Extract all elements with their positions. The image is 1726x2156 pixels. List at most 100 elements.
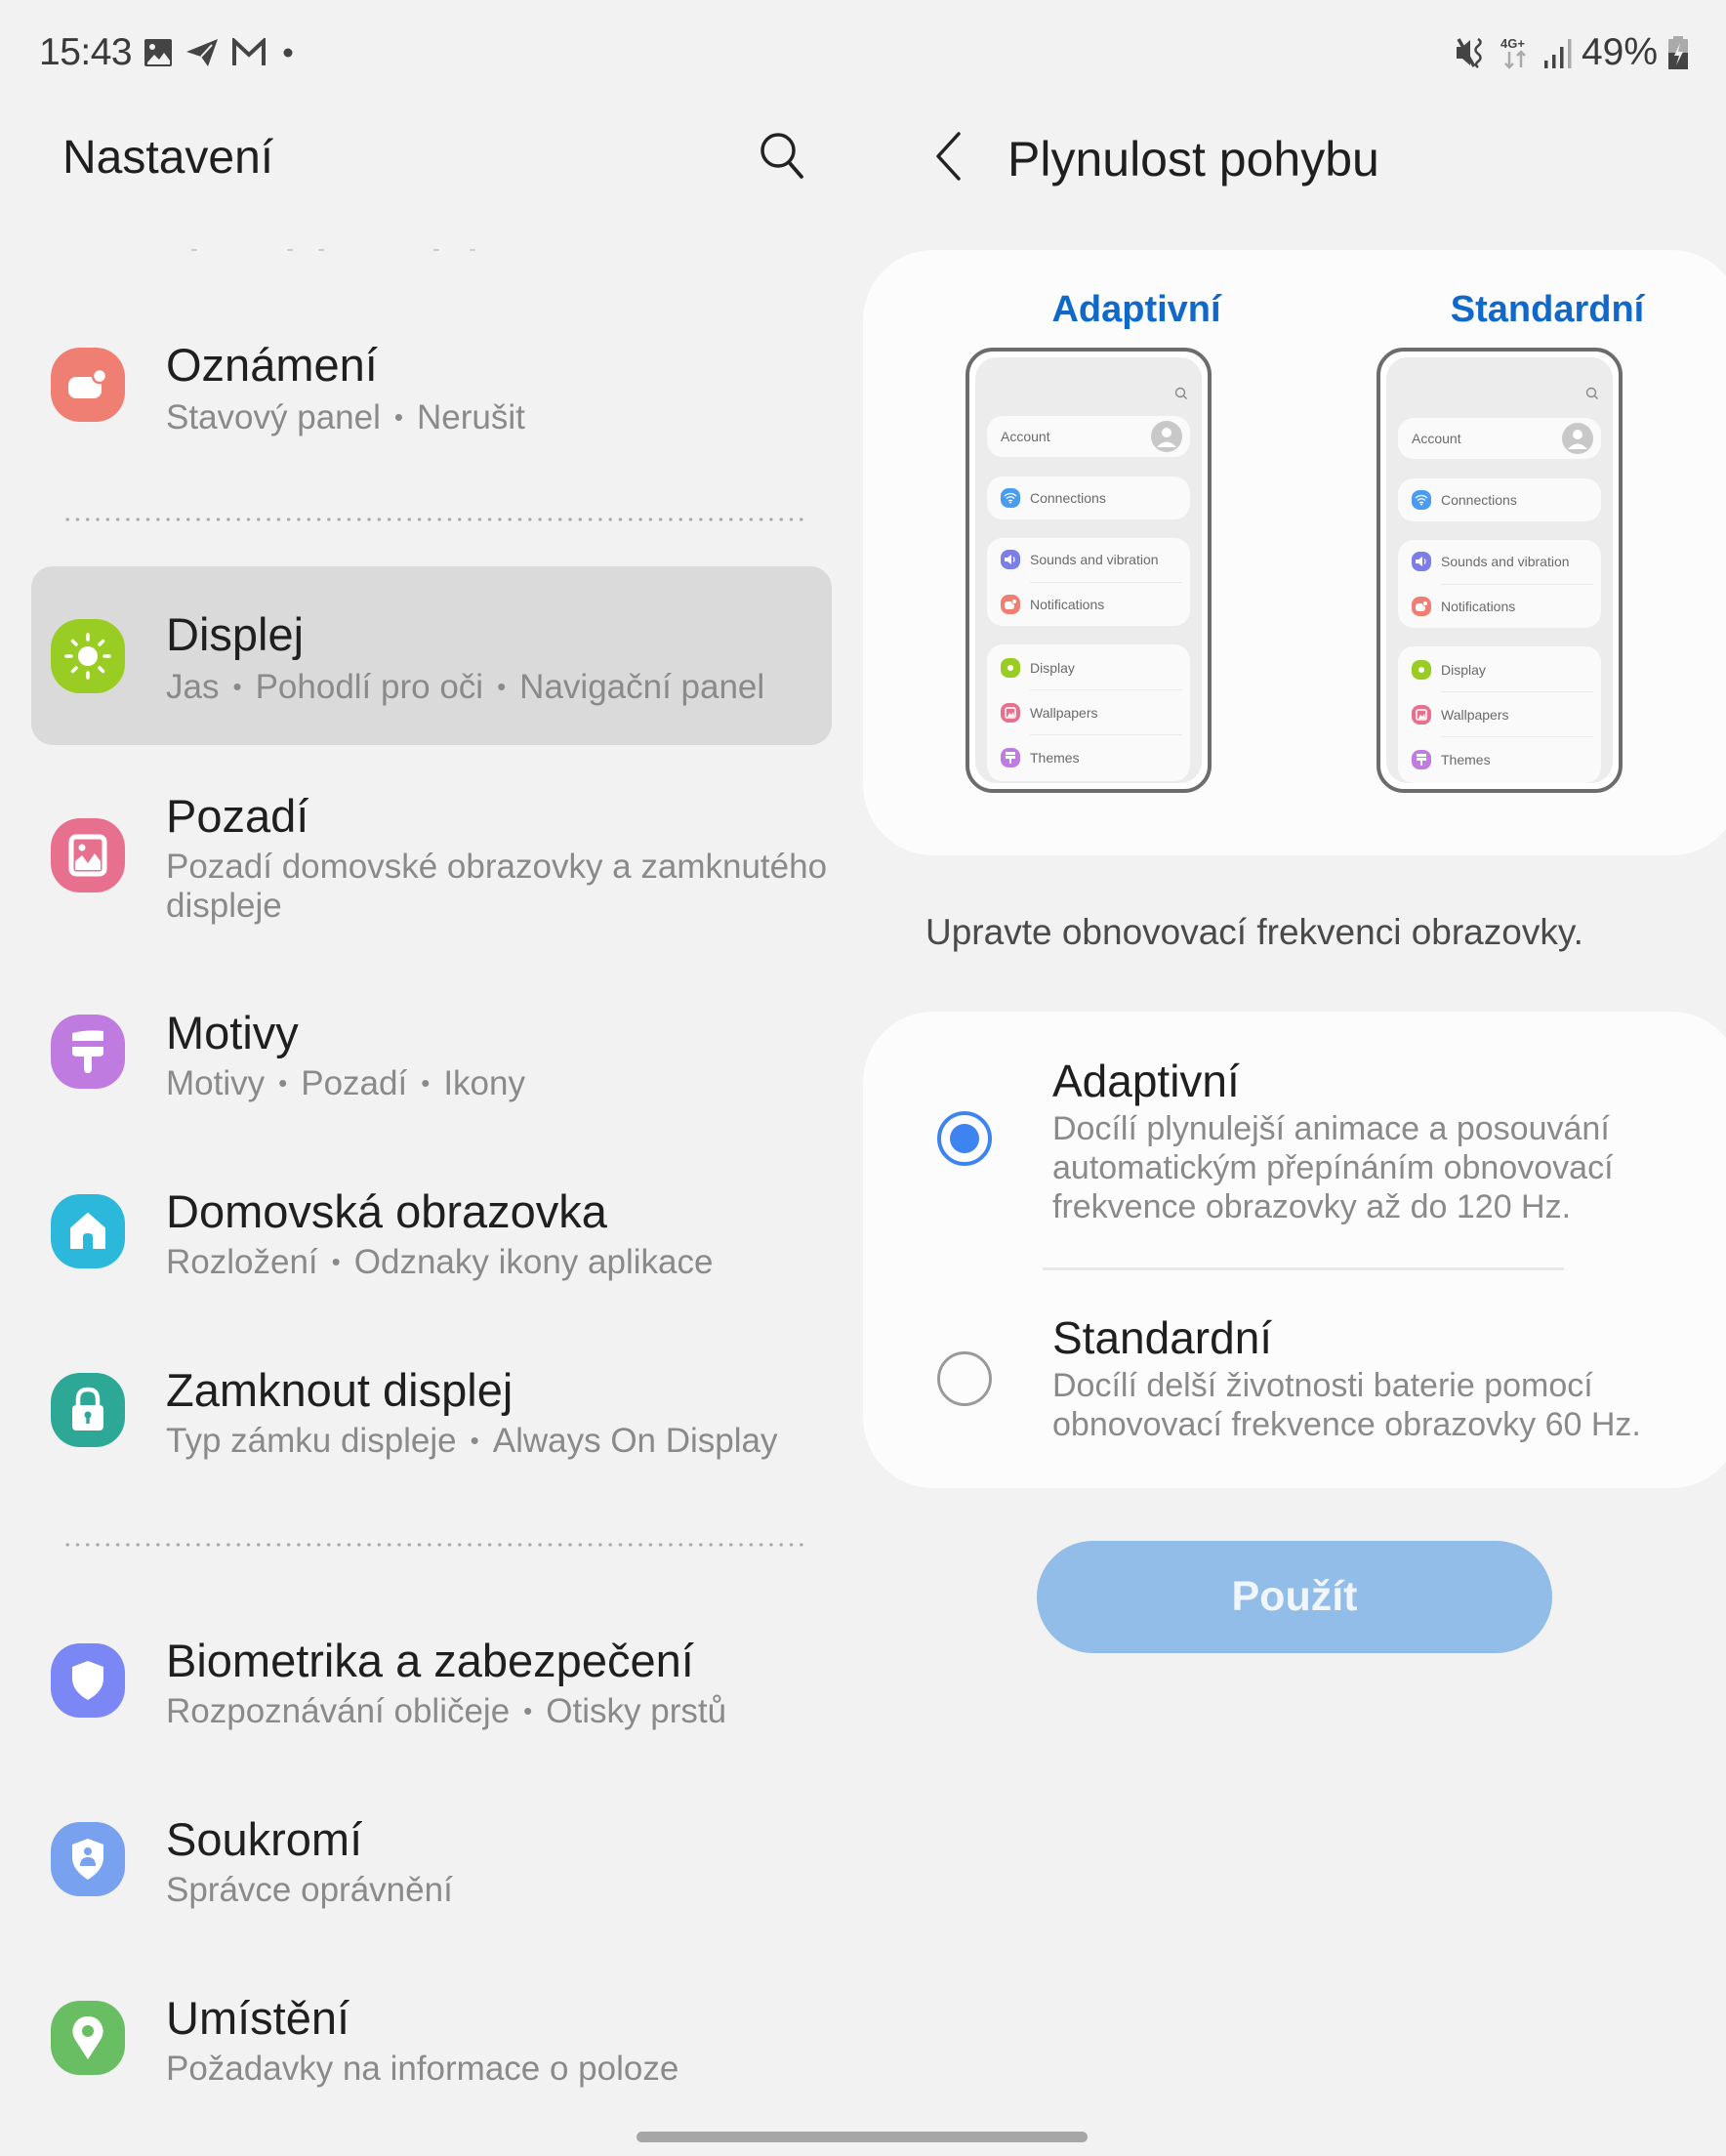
item-subtitle: Správce oprávnění [166,1871,453,1909]
settings-item-display[interactable]: Displej Jas • Pohodlí pro oči • Navigační pa… [31,566,832,745]
preview-label-standard: Standardní [1450,289,1645,330]
item-title: Oznámení [166,339,378,391]
option-title: Adaptivní [1052,1056,1240,1106]
settings-item-notifications[interactable]: Oznámení Stavový panel • Nerušit [31,322,832,449]
image-icon [1001,703,1020,723]
search-icon [1174,387,1188,405]
phone-item-sounds: Sounds and vibration [1441,554,1570,569]
gmail-icon [231,38,267,67]
item-title: Displej [166,608,305,660]
battery-percent: 49% [1581,31,1658,73]
section-divider [62,518,806,521]
phone-item-wallpapers: Wallpapers [1030,705,1098,721]
item-subtitle: Rozpoznávání obličeje • Otisky prstů [166,1692,727,1730]
item-title: Biometrika a zabezpečení [166,1635,694,1686]
item-subtitle: Rozložení • Odznaky ikony aplikace [166,1243,714,1281]
settings-item-themes[interactable]: Motivy Motivy • Pozadí • Ikony [31,996,832,1123]
sun-icon [1001,658,1020,678]
settings-item-location[interactable]: Umístění Požadavky na informace o poloze [31,1981,832,2108]
settings-item-privacy[interactable]: Soukromí Správce oprávnění [31,1803,832,1929]
settings-item-wallpaper[interactable]: Pozadí Pozadí domovské obrazovky a zamkn… [31,781,832,937]
notification-bubble-icon [1001,595,1020,614]
back-button[interactable] [923,129,973,187]
search-button[interactable] [754,129,810,186]
scroll-fade-remnant [191,249,484,252]
radio-adaptive[interactable] [937,1111,992,1166]
chevron-left-icon [933,131,963,187]
location-pin-icon [51,2001,125,2075]
mute-vibrate-icon [1455,36,1490,69]
telegram-icon [185,37,220,68]
phone-item-display: Display [1441,662,1486,678]
settings-item-lock-screen[interactable]: Zamknout displej Typ zámku displeje • Alwa… [31,1353,832,1480]
item-title: Pozadí [166,790,309,842]
sun-icon [51,619,125,693]
settings-item-home-screen[interactable]: Domovská obrazovka Rozložení • Odznaky iko… [31,1175,832,1302]
lock-icon [51,1373,125,1447]
settings-item-biometrics[interactable]: Biometrika a zabezpečení Rozpoznávání ob… [31,1624,832,1751]
more-notifications-dot-icon [278,43,298,62]
phone-item-notifications: Notifications [1441,599,1516,614]
phone-preview-adaptive: Account Connections Sounds and vibration… [966,348,1212,793]
navigation-gesture-handle[interactable] [637,2132,1088,2142]
option-standard[interactable]: Standardní Docílí delší životnosti bater… [863,1270,1726,1488]
network-4g-plus-icon: 4G+ [1500,35,1533,70]
item-subtitle: Typ zámku displeje • Always On Display [166,1422,778,1460]
phone-item-themes: Themes [1030,750,1080,766]
phone-item-wallpapers: Wallpapers [1441,707,1509,723]
paintbrush-icon [51,1015,125,1089]
phone-item-themes: Themes [1441,752,1491,767]
signal-strength-icon [1542,36,1572,69]
page-title: Plynulost pohybu [1007,132,1379,187]
option-description: Docílí plynulejší animace a posouvání au… [1052,1110,1614,1225]
status-time: 15:43 [39,31,133,73]
search-icon [1585,387,1599,405]
notification-bubble-icon [51,348,125,422]
phone-item-sounds: Sounds and vibration [1030,552,1159,567]
phone-item-notifications: Notifications [1030,597,1105,612]
privacy-shield-icon [51,1822,125,1896]
radio-standard[interactable] [937,1351,992,1406]
status-bar: 15:43 4G+ 49% [0,0,1726,98]
item-subtitle: Motivy • Pozadí • Ikony [166,1064,525,1102]
phone-item-account: Account [1001,429,1050,444]
phone-preview-standard: Account Connections Sounds and vibration… [1377,348,1623,793]
wifi-icon [1001,488,1020,508]
notification-bubble-icon [1412,597,1431,616]
shield-icon [51,1643,125,1718]
avatar-icon [1151,421,1182,452]
image-icon [51,818,125,892]
section-divider [62,1543,806,1547]
item-title: Domovská obrazovka [166,1185,607,1237]
gallery-icon [144,38,173,67]
battery-charging-icon [1667,35,1689,70]
apply-button[interactable]: Použít [1037,1541,1552,1653]
phone-item-connections: Connections [1030,490,1106,506]
item-title: Umístění [166,1992,350,2044]
item-subtitle: Pozadí domovské obrazovky a zamknutého d… [166,848,828,925]
paintbrush-icon [1412,750,1431,769]
image-icon [1412,705,1431,725]
item-subtitle: Jas • Pohodlí pro oči • Navigační panel [166,668,765,706]
item-title: Zamknout displej [166,1364,514,1416]
refresh-rate-options: Adaptivní Docílí plynulejší animace a po… [863,1012,1726,1488]
settings-title: Nastavení [62,132,274,184]
refresh-rate-preview: Adaptivní Standardní Account Connections… [863,250,1726,855]
item-title: Motivy [166,1007,299,1058]
item-subtitle: Stavový panel • Nerušit [166,398,525,436]
wifi-icon [1412,490,1431,510]
option-adaptive[interactable]: Adaptivní Docílí plynulejší animace a po… [863,1012,1726,1267]
phone-item-connections: Connections [1441,492,1517,508]
home-icon [51,1194,125,1268]
option-title: Standardní [1052,1312,1273,1363]
option-description: Docílí delší životnosti baterie pomocí o… [1052,1367,1641,1443]
item-subtitle: Požadavky na informace o poloze [166,2050,679,2088]
paintbrush-icon [1001,748,1020,767]
phone-item-account: Account [1412,431,1461,446]
avatar-icon [1562,423,1593,454]
phone-item-display: Display [1030,660,1075,676]
search-icon [758,130,806,186]
sound-icon [1001,550,1020,569]
sound-icon [1412,552,1431,571]
preview-label-adaptive: Adaptivní [1051,289,1221,330]
